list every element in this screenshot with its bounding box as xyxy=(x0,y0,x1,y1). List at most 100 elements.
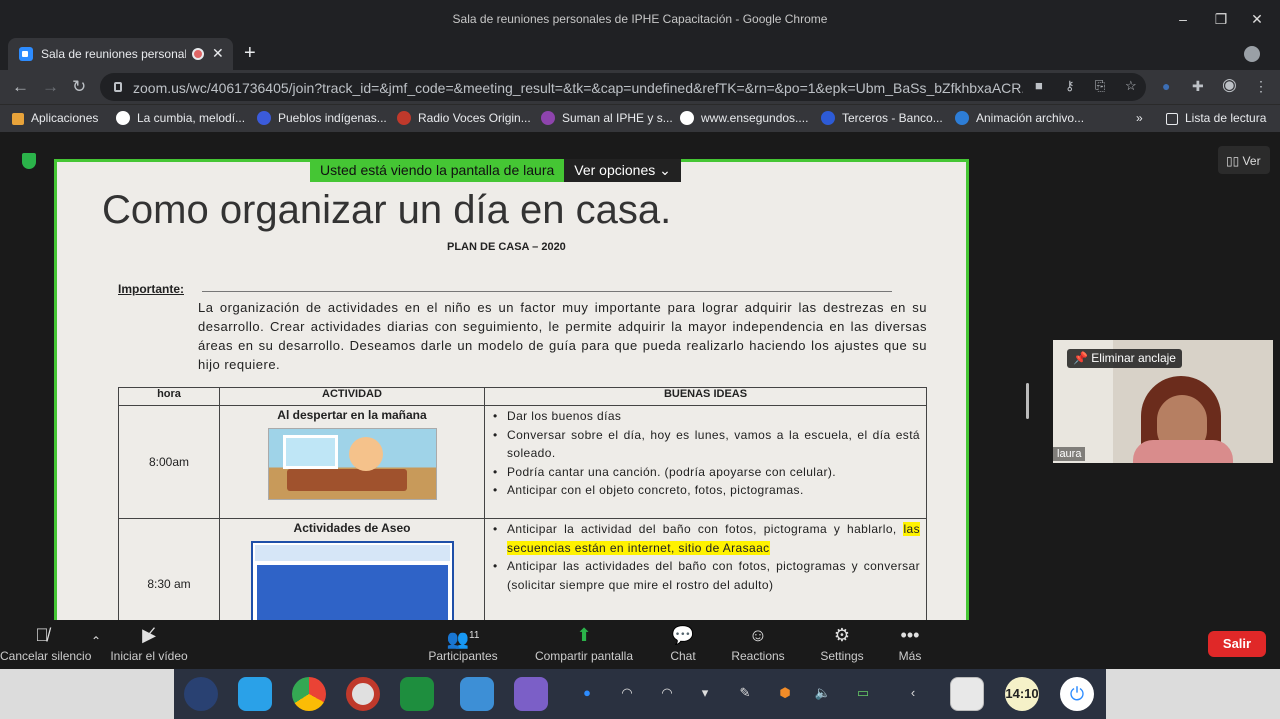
muted-microphone-icon: 🎙̸ xyxy=(35,625,49,645)
bookmark-item[interactable]: Suman al IPHE y s... xyxy=(541,111,673,125)
window-titlebar: Sala de reuniones personales de IPHE Cap… xyxy=(0,0,1280,38)
fedora-app-icon[interactable] xyxy=(184,677,218,711)
volume-icon[interactable]: 🔈 xyxy=(814,685,832,703)
bookmarks-bar: Aplicaciones La cumbia, melodí... Pueblo… xyxy=(0,104,1280,132)
url-text[interactable]: zoom.us/wc/4061736405/join?track_id=&jmf… xyxy=(133,80,1023,96)
window-drawing xyxy=(282,435,338,469)
time-cell: 8:30 am xyxy=(118,518,220,620)
leave-button[interactable]: Salir xyxy=(1208,631,1266,657)
network-icon[interactable]: ▾ xyxy=(696,685,714,703)
tools-app-icon[interactable] xyxy=(514,677,548,711)
bookmark-item[interactable]: La cumbia, melodí... xyxy=(116,111,245,125)
idea-item: Dar los buenos días xyxy=(491,407,920,426)
reactions-button[interactable]: ☺ Reactions xyxy=(730,623,786,663)
bookmark-star-icon[interactable]: ☆ xyxy=(1125,78,1137,94)
hygiene-pictogram-board xyxy=(250,541,454,620)
reading-list-button[interactable]: Lista de lectura xyxy=(1166,111,1266,125)
start-video-button[interactable]: ▶̸ Iniciar el vídeo xyxy=(108,623,190,663)
tab-zoom-meeting[interactable]: Sala de reuniones personales ✕ xyxy=(8,38,233,70)
clock-widget[interactable]: 14:10 xyxy=(1005,677,1039,711)
share-screen-button[interactable]: ⬆ Compartir pantalla xyxy=(532,623,636,663)
bookmark-item[interactable]: Terceros - Banco... xyxy=(821,111,943,125)
bookmark-apps[interactable]: Aplicaciones xyxy=(12,111,98,125)
profile-avatar-icon[interactable]: ◉ xyxy=(1222,75,1237,95)
activity-cell: Actividades de Aseo xyxy=(219,518,485,620)
unpin-label: Eliminar anclaje xyxy=(1091,351,1176,365)
minimize-button[interactable]: – xyxy=(1172,8,1194,30)
audio-options-chevron-icon[interactable]: ⌃ xyxy=(88,634,104,648)
fedora-extension-icon[interactable]: ● xyxy=(1162,78,1170,94)
activity-label: Al despertar en la mañana xyxy=(277,408,427,422)
forward-button[interactable]: → xyxy=(42,77,59,97)
back-button[interactable]: ← xyxy=(12,77,29,97)
schedule-table: hora ACTIVIDAD BUENAS IDEAS 8:00am Al de… xyxy=(118,387,927,620)
bookmark-item[interactable]: Radio Voces Origin... xyxy=(397,111,531,125)
unpin-button[interactable]: 📌 Eliminar anclaje xyxy=(1067,349,1182,368)
important-label: Importante: xyxy=(118,282,184,296)
trash-icon[interactable] xyxy=(950,677,984,711)
bookmark-favicon-icon xyxy=(116,111,130,125)
participant-name: laura xyxy=(1053,447,1086,461)
google-favicon-icon xyxy=(680,111,694,125)
maximize-button[interactable]: ❐ xyxy=(1210,8,1232,30)
video-off-icon: ▶̸ xyxy=(142,625,156,645)
idea-item: Anticipar las actividades del baño con f… xyxy=(491,557,920,594)
wake-up-illustration xyxy=(267,428,437,500)
bookmark-item[interactable]: www.ensegundos.... xyxy=(680,111,808,125)
tray-expand-chevron-icon[interactable]: ‹ xyxy=(904,685,922,703)
translate-icon[interactable]: ⎘ xyxy=(1095,78,1105,94)
power-icon[interactable]: ⏻ xyxy=(1060,677,1094,711)
spreadsheet-app-icon[interactable] xyxy=(400,677,434,711)
meeting-toolbar: 🎙̸ Cancelar silencio ⌃ ▶̸ Iniciar el víd… xyxy=(0,620,1280,669)
pen-icon[interactable]: ✎ xyxy=(736,685,754,703)
participant-shirt xyxy=(1133,440,1233,463)
tab-close-icon[interactable]: ✕ xyxy=(212,45,224,62)
zoom-tray-icon[interactable]: ● xyxy=(578,685,596,703)
settings-button[interactable]: ⚙ Settings xyxy=(818,623,866,663)
activity-label: Actividades de Aseo xyxy=(293,521,411,535)
chrome-app-icon[interactable] xyxy=(292,677,326,711)
new-tab-button[interactable]: + xyxy=(244,42,256,65)
reload-button[interactable]: ↻ xyxy=(72,77,86,97)
encryption-shield-icon[interactable] xyxy=(22,153,36,169)
tab-strip: Sala de reuniones personales ✕ + xyxy=(0,38,1280,70)
bed-drawing xyxy=(286,469,407,491)
package-icon[interactable]: ⬢ xyxy=(776,685,794,703)
settings-app-icon[interactable] xyxy=(346,677,380,711)
close-window-button[interactable]: ✕ xyxy=(1246,8,1268,30)
participant-video-tile[interactable]: 📌 Eliminar anclaje laura xyxy=(1053,340,1273,463)
more-button[interactable]: ••• Más xyxy=(894,623,926,663)
chat-button[interactable]: 💬 Chat xyxy=(664,623,702,663)
bookmark-favicon-icon xyxy=(397,111,411,125)
bookmark-favicon-icon xyxy=(257,111,271,125)
pictogram-header-strip xyxy=(254,545,450,561)
extensions-puzzle-icon[interactable]: ✚ xyxy=(1192,78,1204,95)
panel-resize-handle[interactable] xyxy=(1026,383,1029,419)
omnibox[interactable]: zoom.us/wc/4061736405/join?track_id=&jmf… xyxy=(100,73,1146,101)
idea-text: Anticipar la actividad del baño con foto… xyxy=(507,522,897,536)
view-options-button[interactable]: Ver opciones ⌄ xyxy=(564,159,681,182)
unmute-button[interactable]: 🎙̸ Cancelar silencio xyxy=(0,623,91,663)
system-settings-icon[interactable] xyxy=(460,677,494,711)
tab-search-icon[interactable] xyxy=(1244,46,1260,62)
table-row: 8:00am Al despertar en la mañana Dar los… xyxy=(118,405,927,519)
wifi-icon[interactable]: ◠ xyxy=(658,685,676,703)
software-store-icon[interactable] xyxy=(238,677,272,711)
apps-grid-icon xyxy=(12,113,24,125)
idea-item: Anticipar con el objeto concreto, fotos,… xyxy=(491,481,920,500)
idea-item: Anticipar la actividad del baño con foto… xyxy=(491,520,921,557)
view-button[interactable]: ▯▯ Ver xyxy=(1218,146,1270,174)
participants-button[interactable]: 👥11 Participantes xyxy=(426,623,500,663)
camera-blocked-icon[interactable]: ■ xyxy=(1035,78,1043,93)
participants-icon: 👥11 xyxy=(446,629,480,649)
bookmark-item[interactable]: Pueblos indígenas... xyxy=(257,111,387,125)
bookmark-item[interactable]: Animación archivo... xyxy=(955,111,1084,125)
bookmarks-overflow-button[interactable]: » xyxy=(1136,111,1143,125)
key-icon[interactable]: ⚷ xyxy=(1065,78,1075,94)
battery-icon[interactable]: ▭ xyxy=(854,685,872,703)
ideas-cell: Dar los buenos días Conversar sobre el d… xyxy=(484,405,927,519)
chat-label: Chat xyxy=(670,649,696,663)
chrome-menu-icon[interactable]: ⋮ xyxy=(1254,78,1268,95)
participants-label: Participantes xyxy=(428,649,498,663)
wifi-weak-icon[interactable]: ◠ xyxy=(618,685,636,703)
